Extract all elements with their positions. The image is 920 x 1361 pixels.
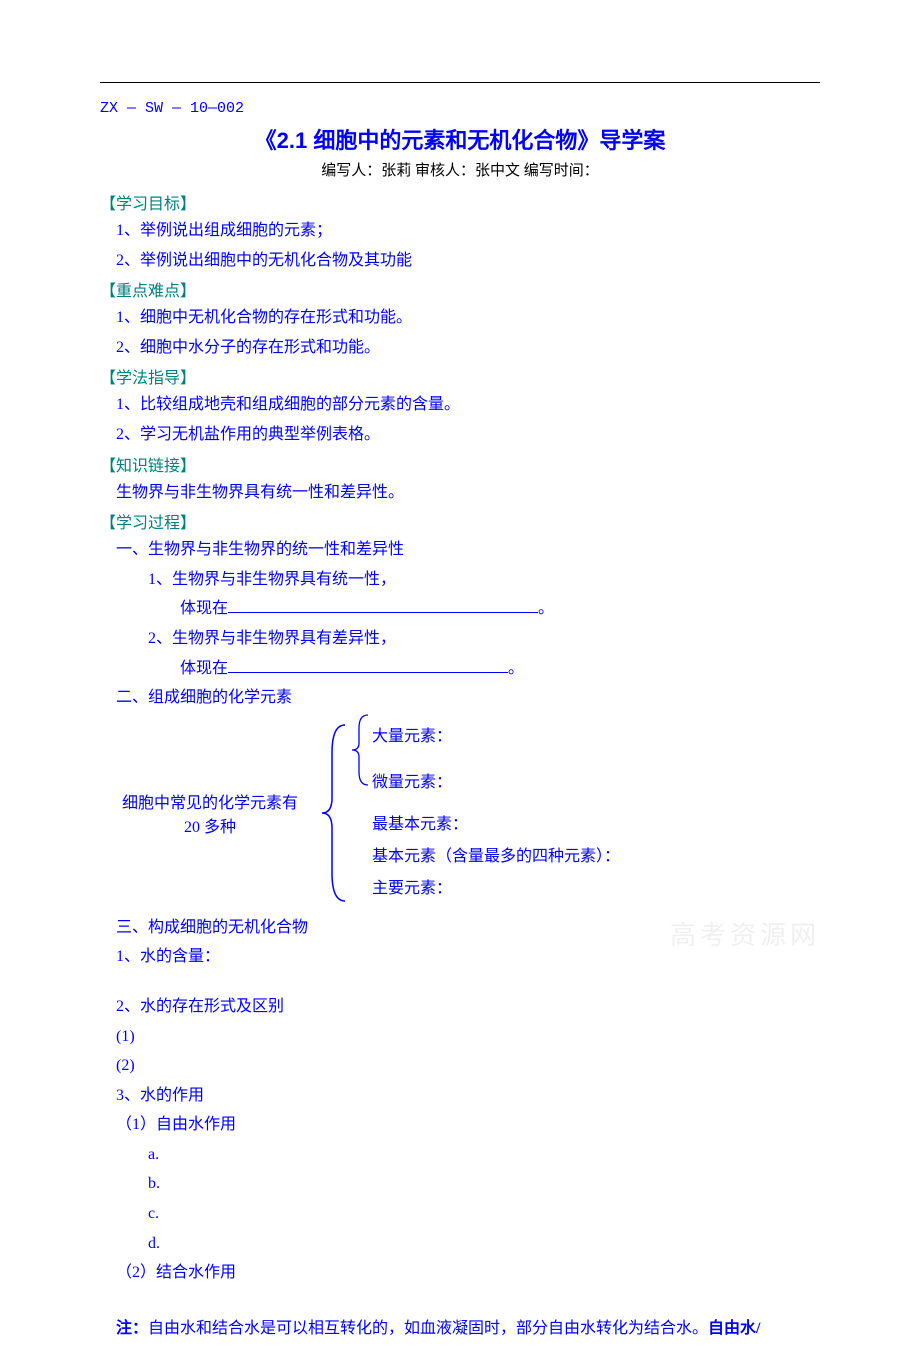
method-item: 1、比较组成地壳和组成细胞的部分元素的含量。 bbox=[100, 392, 820, 418]
process-item: 2、生物界与非生物界具有差异性， bbox=[100, 626, 820, 652]
diagram-item: 主要元素： bbox=[372, 873, 620, 905]
fill-blank-line: 体现在 。 bbox=[100, 596, 820, 622]
section-header-knowledge: 【知识链接】 bbox=[100, 452, 820, 476]
section-header-process: 【学习过程】 bbox=[100, 509, 820, 533]
process-heading: 一、生物界与非生物界的统一性和差异性 bbox=[100, 537, 820, 563]
diagram-left-line: 20 多种 bbox=[100, 813, 320, 837]
fill-blank-line: 体现在 。 bbox=[100, 656, 820, 682]
list-sub-item: a. bbox=[100, 1142, 820, 1168]
footnote: 注：自由水和结合水是可以相互转化的，如血液凝固时，部分自由水转化为结合水。自由水… bbox=[100, 1316, 820, 1342]
period-mark: 。 bbox=[508, 660, 524, 677]
process-item: 2、水的存在形式及区别 bbox=[100, 994, 820, 1020]
keypoint-item: 1、细胞中无机化合物的存在形式和功能。 bbox=[100, 305, 820, 331]
doc-code: ZX — SW — 10—002 bbox=[100, 100, 820, 117]
diagram-left-line: 细胞中常见的化学元素有 bbox=[100, 789, 320, 813]
note-text: 自由水和结合水是可以相互转化的，如血液凝固时，部分自由水转化为结合水。 bbox=[148, 1320, 708, 1337]
keypoint-item: 2、细胞中水分子的存在形式和功能。 bbox=[100, 335, 820, 361]
blank-underline[interactable] bbox=[228, 612, 538, 613]
brace-left-icon bbox=[320, 723, 350, 903]
diagram-item: 微量元素： bbox=[372, 767, 452, 799]
section-header-method: 【学法指导】 bbox=[100, 364, 820, 388]
fill-blank-prefix: 体现在 bbox=[180, 660, 228, 677]
list-sub-item: b. bbox=[100, 1171, 820, 1197]
section-header-keypoints: 【重点难点】 bbox=[100, 277, 820, 301]
fill-blank-prefix: 体现在 bbox=[180, 600, 228, 617]
diagram-right-block: 大量元素： 微量元素： 最基本元素： 基本元素（含量最多的四种元素）： 主要元素… bbox=[350, 721, 620, 905]
brace-inner-icon bbox=[350, 713, 372, 787]
watermark-text: 高考资源网 bbox=[670, 915, 820, 952]
method-item: 2、学习无机盐作用的典型举例表格。 bbox=[100, 422, 820, 448]
process-item: (1) bbox=[100, 1024, 820, 1050]
diagram-item: 最基本元素： bbox=[372, 809, 620, 841]
knowledge-item: 生物界与非生物界具有统一性和差异性。 bbox=[100, 480, 820, 506]
doc-authors: 编写人：张莉 审核人：张中文 编写时间： bbox=[100, 159, 820, 180]
period-mark: 。 bbox=[538, 600, 554, 617]
doc-title: 《2.1 细胞中的元素和无机化合物》导学案 bbox=[100, 123, 820, 155]
diagram-item: 大量元素： bbox=[372, 721, 452, 753]
process-heading: 二、组成细胞的化学元素 bbox=[100, 685, 820, 711]
diagram-item: 基本元素（含量最多的四种元素）： bbox=[372, 841, 620, 873]
note-prefix: 注： bbox=[116, 1320, 148, 1337]
element-diagram: 细胞中常见的化学元素有 20 多种 大量元素： 微量元素： 最基本元素： 基本元… bbox=[100, 721, 820, 905]
diagram-left-label: 细胞中常见的化学元素有 20 多种 bbox=[100, 789, 320, 837]
note-bold-term: 自由水/ bbox=[708, 1320, 760, 1337]
process-item: （2）结合水作用 bbox=[100, 1260, 820, 1286]
section-header-goals: 【学习目标】 bbox=[100, 190, 820, 214]
process-item: 1、生物界与非生物界具有统一性， bbox=[100, 567, 820, 593]
list-sub-item: d. bbox=[100, 1231, 820, 1257]
process-item: 3、水的作用 bbox=[100, 1083, 820, 1109]
process-item: (2) bbox=[100, 1053, 820, 1079]
goal-item: 2、举例说出细胞中的无机化合物及其功能 bbox=[100, 248, 820, 274]
blank-underline[interactable] bbox=[228, 672, 508, 673]
process-item: （1）自由水作用 bbox=[100, 1112, 820, 1138]
goal-item: 1、举例说出组成细胞的元素； bbox=[100, 218, 820, 244]
list-sub-item: c. bbox=[100, 1201, 820, 1227]
page-top-rule bbox=[100, 82, 820, 83]
